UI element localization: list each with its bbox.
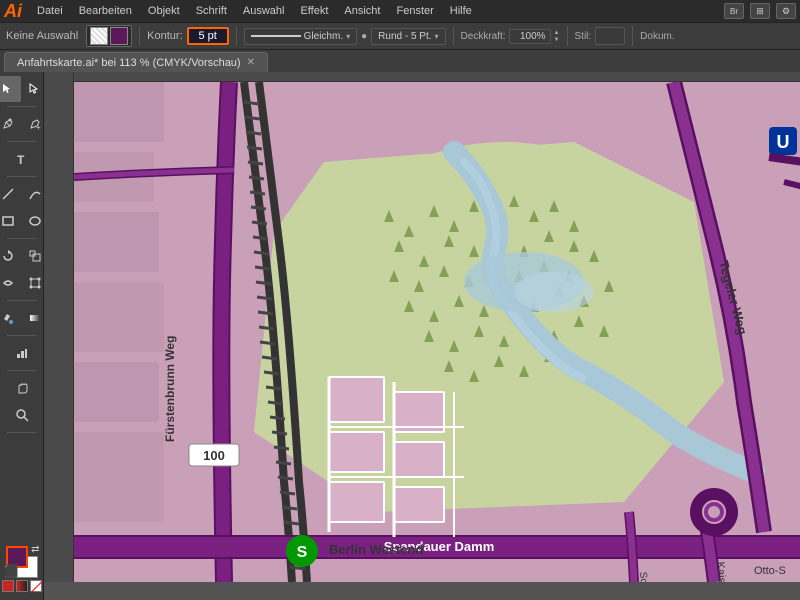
canvas-area: 100 Tegeler Weg Fürstenbrunn Weg Spandau…	[44, 72, 800, 600]
tool-sep-5	[7, 300, 37, 301]
document-label: Dokum.	[640, 31, 674, 42]
tool-sep-7	[7, 370, 37, 371]
opacity-box: Deckkraft: ▲ ▼	[461, 29, 560, 44]
tool-sep-8	[7, 432, 37, 433]
svg-text:T: T	[17, 153, 25, 166]
map-illustration: 100 Tegeler Weg Fürstenbrunn Weg Spandau…	[74, 82, 800, 582]
svg-text:S: S	[297, 544, 308, 561]
menu-fenster[interactable]: Fenster	[389, 3, 440, 19]
opacity-down[interactable]: ▼	[554, 37, 560, 43]
pen-tool[interactable]	[0, 111, 21, 137]
selection-tool[interactable]	[0, 76, 21, 102]
cap-style-arrow: ▾	[435, 32, 439, 41]
svg-text:Schlo: Schlo	[637, 571, 650, 582]
sep5	[632, 26, 633, 46]
document-canvas: 100 Tegeler Weg Fürstenbrunn Weg Spandau…	[74, 82, 800, 582]
zoom-tool[interactable]	[9, 402, 35, 428]
menu-hilfe[interactable]: Hilfe	[443, 3, 479, 19]
stroke-value-input[interactable]: 5 pt	[187, 27, 229, 45]
ruler-horizontal	[74, 72, 800, 82]
grid-icon[interactable]: ⊞	[750, 3, 770, 19]
tab-bar: Anfahrtskarte.ai* bei 113 % (CMYK/Vorsch…	[0, 50, 800, 72]
type-tool[interactable]: T	[9, 146, 35, 172]
graph-tool[interactable]	[9, 340, 35, 366]
color-area: ⬛ ⇄	[2, 546, 42, 596]
menu-datei[interactable]: Datei	[30, 3, 70, 19]
swap-colors-btn[interactable]: ⇄	[31, 544, 39, 555]
warp-tool[interactable]	[0, 270, 21, 296]
selection-label: Keine Auswahl	[6, 30, 78, 42]
stroke-label: Kontur:	[147, 30, 182, 42]
bridge-icon[interactable]: Br	[724, 3, 744, 19]
menu-effekt[interactable]: Effekt	[293, 3, 335, 19]
pen-tools: +	[0, 111, 48, 137]
control-toolbar: Keine Auswahl Kontur: 5 pt Gleichm. ▾ ● …	[0, 22, 800, 50]
line-style-selector[interactable]: Gleichm. ▾	[244, 28, 357, 45]
svg-text:Otto-S: Otto-S	[754, 565, 786, 577]
main-area: + T	[0, 72, 800, 600]
tab-close-btn[interactable]: ✕	[247, 57, 255, 68]
svg-text:100: 100	[203, 448, 225, 463]
tab-filename: Anfahrtskarte.ai* bei 113 % (CMYK/Vorsch…	[17, 57, 241, 69]
cap-style-selector[interactable]: Rund - 5 Pt. ▾	[371, 28, 445, 45]
fill-swatch[interactable]	[110, 27, 128, 45]
tool-sep-4	[7, 238, 37, 239]
tool-sep-6	[7, 335, 37, 336]
menu-bar: Ai Datei Bearbeiten Objekt Schrift Auswa…	[0, 0, 800, 22]
menu-schrift[interactable]: Schrift	[189, 3, 234, 19]
sep3	[453, 26, 454, 46]
opacity-up[interactable]: ▲	[554, 30, 560, 36]
bullet: ●	[361, 31, 367, 42]
svg-text:Fürstenbrunn Weg: Fürstenbrunn Weg	[163, 336, 177, 442]
menubar-right: Br ⊞ ⚙	[724, 3, 796, 19]
sep4	[567, 26, 568, 46]
rotate-tool[interactable]	[0, 243, 21, 269]
line-tools	[0, 181, 48, 207]
menu-bearbeiten[interactable]: Bearbeiten	[72, 3, 139, 19]
paintbucket-tool[interactable]	[0, 305, 21, 331]
gradient-fill-btn[interactable]	[16, 580, 28, 592]
opacity-arrows: ▲ ▼	[554, 30, 560, 43]
menu-auswahl[interactable]: Auswahl	[236, 3, 292, 19]
style-swatch[interactable]	[595, 27, 625, 45]
color-swatches: ⬛ ⇄	[6, 546, 38, 578]
selection-tools	[0, 76, 48, 102]
sync-icon[interactable]: ⚙	[776, 3, 796, 19]
ruler-vertical	[44, 72, 74, 582]
tool-sep-1	[7, 106, 37, 107]
opacity-input[interactable]	[509, 29, 551, 44]
view-mode-btns	[2, 580, 42, 592]
transform-tools	[0, 243, 48, 269]
svg-text:+: +	[36, 123, 41, 131]
reset-colors-btn[interactable]: ⬛	[4, 564, 19, 578]
svg-text:U: U	[777, 132, 790, 152]
sep1	[139, 26, 140, 46]
left-toolbar: + T	[0, 72, 44, 600]
app-logo: Ai	[4, 2, 22, 20]
fill-stroke-group	[86, 25, 132, 47]
menu-ansicht[interactable]: Ansicht	[337, 3, 387, 19]
line-tool[interactable]	[0, 181, 21, 207]
style-label: Stil:	[575, 31, 592, 42]
menu-objekt[interactable]: Objekt	[141, 3, 187, 19]
stroke-swatch[interactable]	[90, 27, 108, 45]
tool-sep-2	[7, 141, 37, 142]
line-preview	[251, 35, 301, 37]
line-style-arrow: ▾	[346, 32, 350, 41]
opacity-label: Deckkraft:	[461, 31, 506, 42]
sep2	[236, 26, 237, 46]
paint-tools	[0, 305, 48, 331]
document-tab[interactable]: Anfahrtskarte.ai* bei 113 % (CMYK/Vorsch…	[4, 52, 268, 72]
svg-text:Berlin Westend: Berlin Westend	[329, 542, 423, 557]
hand-tool[interactable]	[9, 375, 35, 401]
rect-tool[interactable]	[0, 208, 21, 234]
color-fill-btn[interactable]	[2, 580, 14, 592]
cap-style-label: Rund - 5 Pt.	[378, 31, 431, 42]
warp-tools	[0, 270, 48, 296]
no-fill-btn[interactable]	[30, 580, 42, 592]
shape-tools	[0, 208, 48, 234]
line-style-label: Gleichm.	[304, 31, 343, 42]
tool-sep-3	[7, 176, 37, 177]
